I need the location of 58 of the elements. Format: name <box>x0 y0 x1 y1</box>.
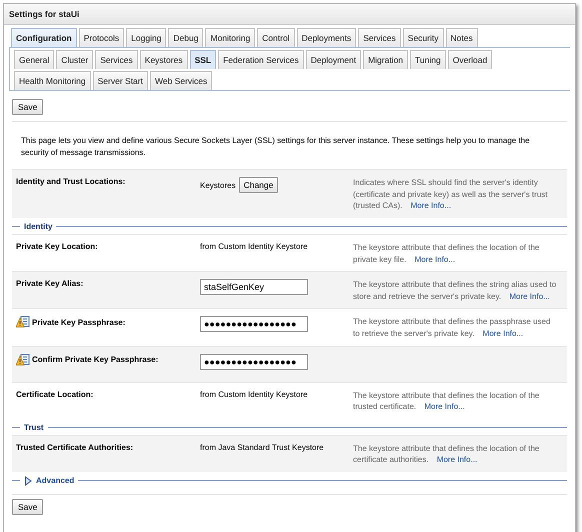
field-label: Private Key Passphrase: <box>32 318 126 327</box>
field-value: Keystores <box>200 180 236 190</box>
tab[interactable]: Debug <box>168 28 204 47</box>
field-description: The keystore attribute that defines the location of the certificate authorities. More Info... <box>353 444 540 464</box>
subtab[interactable]: Web Services <box>150 71 212 90</box>
more-info-link[interactable]: More Info... <box>436 455 478 464</box>
tab[interactable]: Deployments <box>296 28 356 47</box>
more-info-link[interactable]: More Info... <box>482 328 524 338</box>
subtab[interactable]: Tuning <box>410 50 446 69</box>
section-heading: Trust <box>24 423 44 432</box>
tab[interactable]: Security <box>402 28 444 47</box>
section-heading: Identity <box>24 222 52 232</box>
tab[interactable]: Notes <box>446 28 478 47</box>
field-label: Confirm Private Key Passphrase: <box>32 355 158 364</box>
subtab[interactable]: Keystores <box>140 50 188 69</box>
more-info-link[interactable]: More Info... <box>414 254 456 264</box>
subtab[interactable]: Federation Services <box>218 50 304 69</box>
field-description: The keystore attribute that defines the string alias used to store and retrieve the server's private key. More Info... <box>353 280 556 301</box>
field-label: Private Key Location: <box>16 242 98 251</box>
field-value: from Java Standard Trust Keystore <box>200 442 324 452</box>
tab[interactable]: Protocols <box>78 28 124 47</box>
tab[interactable]: Control <box>257 28 295 47</box>
field-label: Trusted Certificate Authorities: <box>16 442 134 452</box>
tab[interactable]: Configuration <box>11 28 77 47</box>
save-button[interactable]: Save <box>12 498 44 515</box>
expand-icon[interactable] <box>24 476 32 486</box>
tab[interactable]: Services <box>358 28 401 47</box>
subtab[interactable]: Overload <box>448 50 492 69</box>
field-description: The keystore attribute that defines the location of the trusted certificate. More Info... <box>353 390 540 412</box>
field-label: Private Key Alias: <box>16 279 84 288</box>
input-field[interactable]: ●●●●●●●●●●●●●●●●● <box>200 354 308 370</box>
more-info-link[interactable]: More Info... <box>424 402 465 412</box>
field-value: from Custom Identity Keystore <box>200 390 308 399</box>
input-field[interactable]: staSelfGenKey <box>200 279 308 296</box>
more-info-link[interactable]: More Info... <box>410 201 452 210</box>
field-label: Identity and Trust Locations: <box>16 177 126 186</box>
change-button[interactable]: Change <box>238 177 278 194</box>
field-description: The keystore attribute that defines the passphrase used to retrieve the server's private key. More Info... <box>353 317 550 338</box>
subtab[interactable]: SSL <box>190 50 216 69</box>
advanced-toggle[interactable]: Advanced <box>36 476 74 486</box>
more-info-link[interactable]: More Info... <box>509 292 550 301</box>
field-description: Indicates where SSL should find the server's identity (certificate and private key) as well as the server's trust (trusted CAs). More Info... <box>353 178 548 210</box>
save-button[interactable]: Save <box>12 99 44 115</box>
field-value: from Custom Identity Keystore <box>200 242 308 251</box>
subtab[interactable]: Services <box>95 50 138 69</box>
tab[interactable]: Logging <box>126 28 166 47</box>
tab[interactable]: Monitoring <box>205 28 256 47</box>
subtab[interactable]: General <box>14 50 54 69</box>
panel-title: Settings for staUi <box>4 4 575 25</box>
field-label: Certificate Location: <box>16 390 94 399</box>
subtab[interactable]: Deployment <box>306 50 362 69</box>
subtab[interactable]: Cluster <box>56 50 94 69</box>
subtab[interactable]: Health Monitoring <box>14 71 91 90</box>
intro-text: This page lets you view and define various Secure Sockets Layer (SSL) settings for this server instance. These settings help you to manage the security of message transmissions. <box>21 135 531 158</box>
subtab[interactable]: Migration <box>363 50 408 69</box>
subtab[interactable]: Server Start <box>92 71 148 90</box>
field-description: The keystore attribute that defines the location of the private key file. More Info... <box>353 242 540 264</box>
input-field[interactable]: ●●●●●●●●●●●●●●●●● <box>200 316 308 332</box>
